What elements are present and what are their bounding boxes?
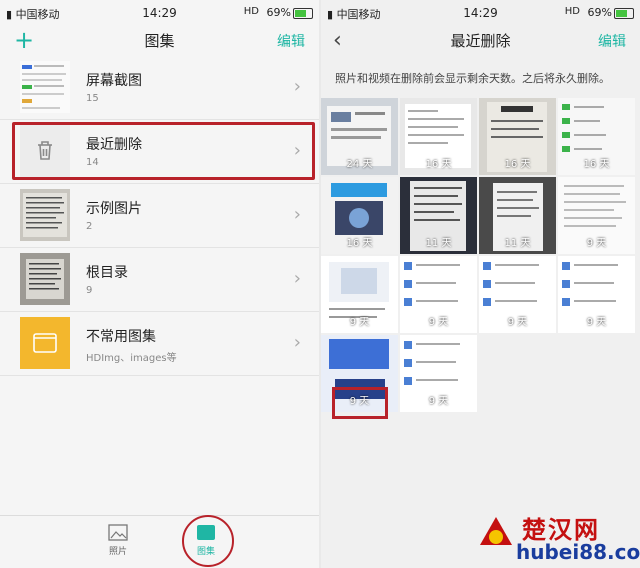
battery-percent: 69% [587, 6, 612, 19]
tab-photos[interactable]: 照片 [88, 524, 148, 557]
highlight-albums-tab [182, 515, 234, 567]
nav-bar: + 图集 编辑 [0, 26, 319, 56]
album-name: 屏幕截图 [86, 73, 142, 89]
album-count: 15 [86, 93, 99, 104]
album-thumbnail [20, 189, 70, 241]
battery-icon [614, 8, 634, 19]
photo-thumbnail[interactable]: 16 天 [479, 98, 556, 175]
days-remaining: 24 天 [346, 159, 373, 170]
recently-deleted-screen: ▮ 中国移动 14:29 HD 69% ‹ 最近删除 编辑 照片和视频在删除前会… [321, 0, 640, 568]
page-title: 图集 [144, 32, 175, 50]
album-name: 不常用图集 [86, 329, 156, 345]
photo-thumbnail[interactable]: 11 天 [400, 177, 477, 254]
album-list: 屏幕截图 15 › 最近删除 14 › 示例图片 2 › 根目录 9 › 不常用… [0, 56, 319, 376]
days-remaining: 9 天 [349, 317, 370, 328]
battery-percent: 69% [266, 6, 291, 19]
screenshot-canvas: ▮ 中国移动 14:29 HD 69% + 图集 编辑 屏幕截图 15 › 最近… [0, 0, 640, 568]
photo-thumbnail[interactable]: 9 天 [321, 256, 398, 333]
days-remaining: 9 天 [507, 317, 528, 328]
album-name: 示例图片 [86, 201, 142, 217]
photo-thumbnail[interactable]: 9 天 [400, 335, 477, 412]
albums-screen: ▮ 中国移动 14:29 HD 69% + 图集 编辑 屏幕截图 15 › 最近… [0, 0, 319, 568]
nav-bar: ‹ 最近删除 编辑 [321, 26, 640, 56]
photo-thumbnail[interactable]: 16 天 [321, 177, 398, 254]
days-remaining: 9 天 [428, 317, 449, 328]
highlight-days-label [332, 387, 388, 419]
hd-call-icon: HD [243, 6, 259, 17]
chevron-right-icon: › [293, 76, 301, 97]
photo-thumbnail[interactable]: 24 天 [321, 98, 398, 175]
days-remaining: 16 天 [504, 159, 531, 170]
chevron-right-icon: › [293, 268, 301, 289]
info-text: 照片和视频在删除前会显示剩余天数。之后将永久删除。 [335, 72, 610, 85]
photo-thumbnail[interactable]: 9 天 [479, 256, 556, 333]
watermark-url: hubei88.com [516, 540, 640, 564]
album-count: HDImg、images等 [86, 353, 177, 364]
folder-icon [20, 317, 70, 369]
album-name: 根目录 [86, 265, 128, 281]
album-thumbnail [20, 253, 70, 305]
battery-icon [293, 8, 313, 19]
chevron-right-icon: › [293, 332, 301, 353]
photo-thumbnail[interactable]: 16 天 [400, 98, 477, 175]
status-bar: ▮ 中国移动 14:29 HD 69% [321, 0, 640, 26]
album-row-sample-pictures[interactable]: 示例图片 2 › [0, 184, 319, 248]
photo-thumbnail[interactable]: 9 天 [558, 177, 635, 254]
album-thumbnail [20, 61, 70, 113]
days-remaining: 9 天 [428, 396, 449, 407]
hd-call-icon: HD [564, 6, 580, 17]
photo-thumbnail[interactable]: 16 天 [558, 98, 635, 175]
days-remaining: 16 天 [346, 238, 373, 249]
tab-bar: 照片 图集 [0, 515, 319, 568]
page-title: 最近删除 [450, 32, 511, 50]
album-count: 9 [86, 285, 93, 296]
days-remaining: 11 天 [425, 238, 452, 249]
album-count: 2 [86, 221, 93, 232]
brand-logo-icon [480, 517, 512, 545]
edit-button[interactable]: 编辑 [277, 31, 305, 51]
photo-thumbnail[interactable]: 9 天 [400, 256, 477, 333]
album-row-infrequent[interactable]: 不常用图集 HDImg、images等 › [0, 312, 319, 376]
chevron-right-icon: › [293, 204, 301, 225]
days-remaining: 16 天 [583, 159, 610, 170]
edit-button[interactable]: 编辑 [598, 31, 626, 51]
photo-thumbnail[interactable]: 11 天 [479, 177, 556, 254]
album-row-root[interactable]: 根目录 9 › [0, 248, 319, 312]
status-bar: ▮ 中国移动 14:29 HD 69% [0, 0, 319, 26]
tab-label: 照片 [108, 547, 127, 557]
days-remaining: 9 天 [586, 317, 607, 328]
days-remaining: 9 天 [586, 238, 607, 249]
album-row-screenshots[interactable]: 屏幕截图 15 › [0, 56, 319, 120]
days-remaining: 11 天 [504, 238, 531, 249]
image-icon [108, 524, 128, 541]
photo-thumbnail[interactable]: 9 天 [558, 256, 635, 333]
highlight-recently-deleted [12, 122, 315, 180]
days-remaining: 16 天 [425, 159, 452, 170]
